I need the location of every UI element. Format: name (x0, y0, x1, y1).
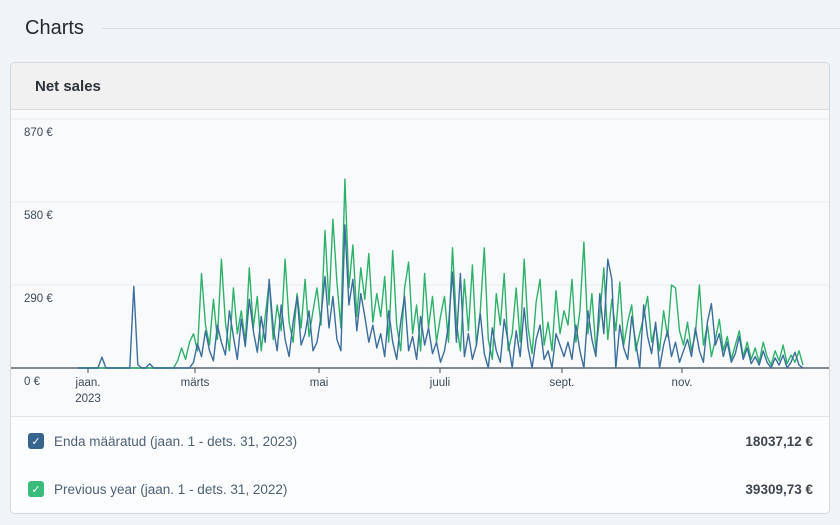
series-line-0 (78, 225, 803, 368)
y-axis-label: 580 € (24, 210, 53, 222)
legend-value: 39309,73 € (745, 482, 813, 497)
x-axis-label: sept. (550, 377, 575, 389)
legend-checkbox[interactable]: ✓ (28, 433, 44, 449)
card-title: Net sales (35, 78, 101, 95)
card-header: Net sales (11, 63, 829, 110)
header-divider (102, 28, 840, 29)
legend-label: Previous year (jaan. 1 - dets. 31, 2022) (54, 482, 287, 497)
net-sales-chart: 0 € 290 € 580 € 870 € jaan. 2023 märts mai juuli… (11, 110, 829, 416)
checkmark-icon: ✓ (31, 483, 40, 496)
x-axis-label: märts (181, 377, 210, 389)
legend-checkbox[interactable]: ✓ (28, 481, 44, 497)
page-title: Charts (25, 17, 84, 40)
net-sales-chart-canvas: 0 € 290 € 580 € 870 € jaan. 2023 märts mai juuli… (11, 110, 829, 416)
page-header: Charts (0, 0, 840, 44)
y-axis-label: 290 € (24, 293, 53, 305)
checkmark-icon: ✓ (31, 435, 40, 448)
x-axis-label: nov. (672, 377, 693, 389)
legend-value: 18037,12 € (745, 434, 813, 449)
legend-label: Enda määratud (jaan. 1 - dets. 31, 2023) (54, 434, 297, 449)
net-sales-card: Net sales 0 € 290 € 580 € 870 € jaan. 2023 mär… (10, 62, 830, 514)
x-axis-year-label: 2023 (75, 393, 101, 405)
chart-legend: ✓ Enda määratud (jaan. 1 - dets. 31, 202… (11, 416, 829, 513)
y-axis-label: 0 € (24, 376, 41, 388)
x-axis-label: juuli (429, 377, 450, 389)
y-axis-label: 870 € (24, 127, 53, 139)
x-axis-label: jaan. (75, 377, 101, 389)
legend-row-previous-year[interactable]: ✓ Previous year (jaan. 1 - dets. 31, 202… (11, 465, 829, 513)
x-axis-label: mai (310, 377, 329, 389)
legend-row-current-period[interactable]: ✓ Enda määratud (jaan. 1 - dets. 31, 202… (11, 417, 829, 465)
